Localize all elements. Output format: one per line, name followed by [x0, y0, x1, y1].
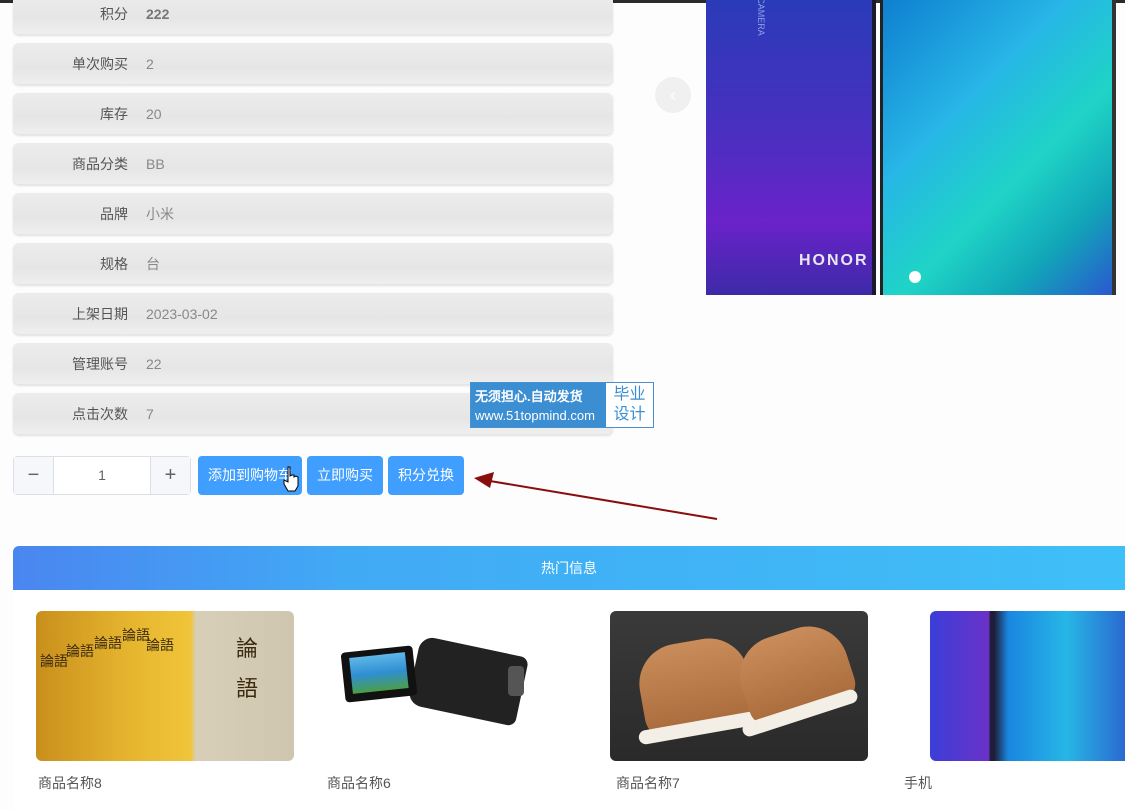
watermark-right-line1: 毕业 — [613, 386, 646, 403]
detail-value: 2023-03-02 — [146, 306, 218, 322]
watermark-line2: www.51topmind.com — [475, 408, 595, 423]
phone-back-image: AI CAMERA HONOR — [706, 0, 876, 295]
increase-button[interactable]: + — [150, 457, 190, 494]
buy-now-button[interactable]: 立即购买 — [307, 456, 383, 495]
detail-value: 20 — [146, 106, 162, 122]
hot-item-card[interactable]: 論語 論語 論語 論語 論語 論 語 商品名称8 — [36, 611, 294, 791]
detail-row-points: 积分 222 — [13, 0, 613, 35]
detail-row-stock: 库存 20 — [13, 93, 613, 135]
hot-item-name: 商品名称7 — [616, 775, 680, 791]
decrease-button[interactable]: − — [14, 457, 54, 494]
quantity-input[interactable]: 1 — [54, 457, 150, 494]
product-detail-list: 积分 222 单次购买 2 库存 20 商品分类 BB 品牌 小米 规格 台 上… — [13, 0, 613, 443]
detail-label: 积分 — [100, 6, 128, 22]
points-exchange-button[interactable]: 积分兑换 — [388, 456, 464, 495]
detail-label: 规格 — [100, 256, 128, 272]
hot-item-card[interactable]: 商品名称6 — [323, 611, 581, 791]
hot-item-name: 商品名称8 — [38, 775, 102, 791]
detail-value: 小米 — [146, 206, 174, 222]
detail-label: 商品分类 — [72, 156, 128, 172]
hot-item-name: 商品名称6 — [327, 775, 391, 791]
detail-row-single-purchase: 单次购买 2 — [13, 43, 613, 85]
detail-label: 点击次数 — [72, 406, 128, 422]
detail-row-listing-date: 上架日期 2023-03-02 — [13, 293, 613, 335]
camera-label: AI CAMERA — [755, 0, 766, 36]
hot-info-title: 热门信息 — [541, 560, 597, 576]
product-image — [930, 611, 1125, 761]
product-image: 論語 論語 論語 論語 論語 論 語 — [36, 611, 294, 761]
detail-label: 上架日期 — [72, 306, 128, 322]
detail-label: 库存 — [100, 106, 128, 122]
quantity-stepper: − 1 + — [13, 456, 191, 495]
chevron-left-icon: ‹ — [670, 85, 676, 105]
phone-brand-text: HONOR — [799, 252, 869, 269]
hot-item-card[interactable]: 商品名称7 — [610, 611, 868, 791]
product-image — [323, 611, 581, 761]
detail-value: 22 — [146, 356, 162, 372]
detail-row-admin-account: 管理账号 22 — [13, 343, 613, 385]
watermark-badge: 无须担心.自动发货 www.51topmind.com 毕业 设计 — [470, 382, 654, 428]
annotation-arrow — [474, 472, 718, 520]
detail-row-category: 商品分类 BB — [13, 143, 613, 185]
detail-label: 品牌 — [100, 206, 128, 222]
hand-cursor-icon — [283, 466, 299, 492]
watermark-right: 毕业 设计 — [606, 383, 653, 427]
detail-value: 台 — [146, 256, 160, 272]
detail-label: 管理账号 — [72, 356, 128, 372]
carousel-prev-button[interactable]: ‹ — [655, 77, 691, 113]
hot-info-header: 热门信息 — [13, 546, 1125, 590]
watermark-left: 无须担心.自动发货 www.51topmind.com — [471, 383, 606, 427]
carousel-indicator-dot[interactable] — [909, 271, 921, 283]
watermark-right-line2: 设计 — [613, 406, 646, 423]
hot-item-card[interactable]: 手机 — [904, 611, 1125, 791]
phone-front-image — [880, 0, 1116, 295]
product-image-carousel[interactable]: AI CAMERA HONOR — [706, 0, 1120, 295]
detail-label: 单次购买 — [72, 56, 128, 72]
detail-value: BB — [146, 156, 165, 172]
detail-value: 7 — [146, 406, 154, 422]
product-image — [610, 611, 868, 761]
detail-row-spec: 规格 台 — [13, 243, 613, 285]
detail-row-brand: 品牌 小米 — [13, 193, 613, 235]
detail-value: 2 — [146, 56, 154, 72]
detail-value: 222 — [146, 6, 170, 22]
watermark-line1: 无须担心.自动发货 — [475, 389, 583, 404]
hot-item-name: 手机 — [904, 775, 932, 791]
